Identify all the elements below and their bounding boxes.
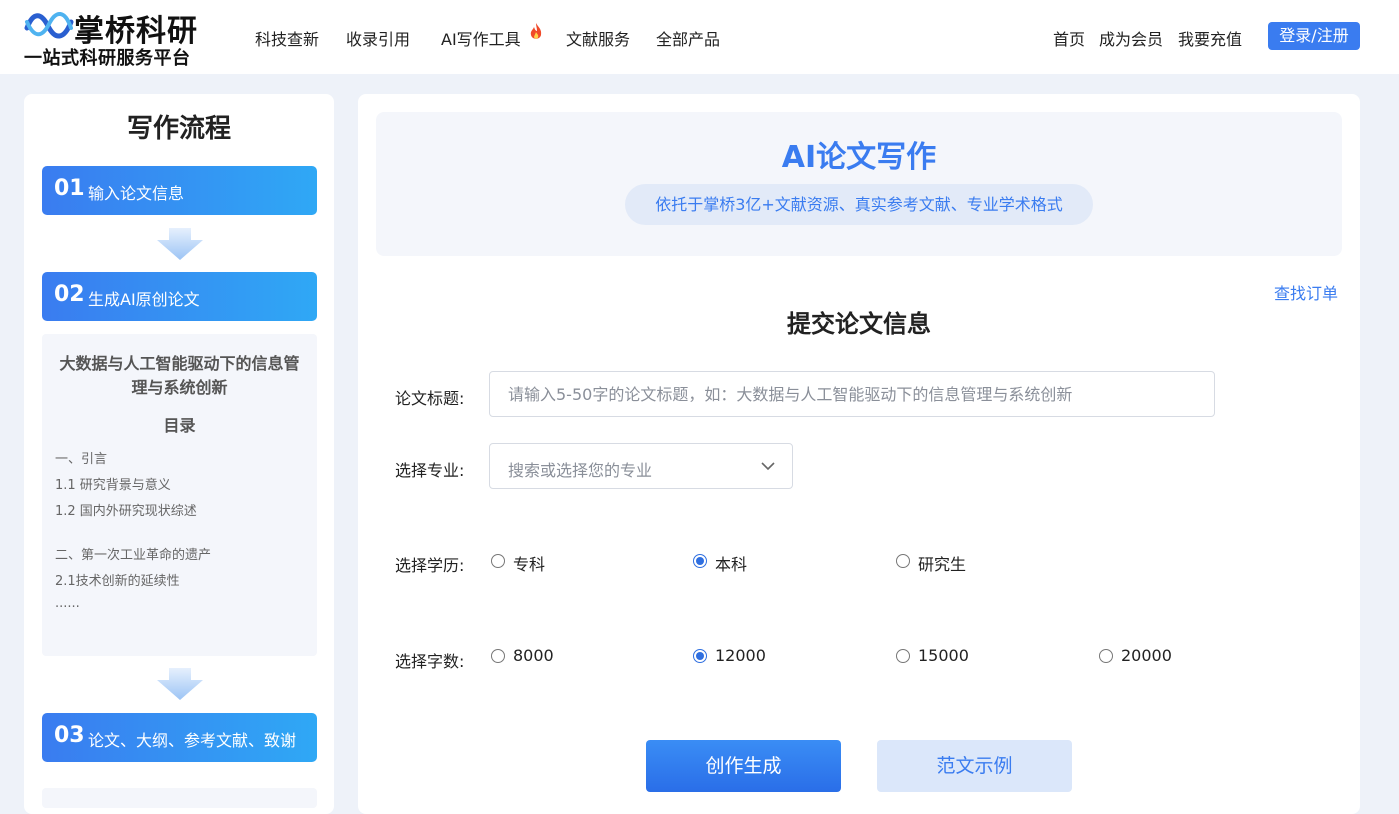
radio-unchecked-icon[interactable] <box>491 554 505 568</box>
fire-icon <box>530 23 542 39</box>
radio-checked-icon[interactable] <box>693 554 707 568</box>
ai-paper-writing-panel: AI论文写作 依托于掌桥3亿+文献资源、真实参考文献、专业学术格式 查找订单 提… <box>358 94 1360 814</box>
major-label: 选择专业: <box>395 461 465 480</box>
writing-flow-panel: 写作流程 01 输入论文信息 02 生成AI原创论文 大数据与人工智能驱动下的信… <box>24 94 334 814</box>
next-preview-box <box>42 788 317 808</box>
nav-item-literature[interactable]: 文献服务 <box>566 26 630 50</box>
brand-logo[interactable]: 掌桥科研 一站式科研服务平台 <box>24 6 214 69</box>
flow-title: 写作流程 <box>126 114 231 144</box>
arrow-down-icon <box>157 228 203 260</box>
radio-label: 8000 <box>513 646 554 665</box>
word-count-label: 选择字数: <box>395 652 465 671</box>
radio-unchecked-icon[interactable] <box>491 649 505 663</box>
top-navbar: 掌桥科研 一站式科研服务平台 科技查新 收录引用 AI写作工具 文献服务 全部产… <box>0 0 1399 74</box>
flow-step-2: 02 生成AI原创论文 <box>42 272 317 321</box>
chevron-down-icon <box>761 462 775 471</box>
toc-line: 2.1技术创新的延续性 <box>55 574 180 589</box>
step-number: 02 <box>54 282 85 307</box>
find-order-link[interactable]: 查找订单 <box>1274 280 1338 304</box>
radio-unchecked-icon[interactable] <box>896 554 910 568</box>
degree-label: 选择学历: <box>395 556 465 575</box>
radio-checked-icon[interactable] <box>693 649 707 663</box>
create-generate-button[interactable]: 创作生成 <box>646 740 841 792</box>
radio-unchecked-icon[interactable] <box>1099 649 1113 663</box>
step-number: 01 <box>54 176 85 201</box>
radio-label: 专科 <box>513 555 546 574</box>
toc-line: 1.2 国内外研究现状综述 <box>55 504 197 519</box>
radio-label: 12000 <box>715 646 766 665</box>
radio-label: 20000 <box>1121 646 1172 665</box>
nav-item-citation[interactable]: 收录引用 <box>346 26 410 50</box>
wave-logo-icon <box>24 12 74 39</box>
flow-step-1: 01 输入论文信息 <box>42 166 317 215</box>
toc-line: 一、引言 <box>55 452 108 467</box>
flow-step-3: 03 论文、大纲、参考文献、致谢 <box>42 713 317 762</box>
toc-line: 二、第一次工业革命的遗产 <box>55 548 212 563</box>
outline-title: 大数据与人工智能驱动下的信息管理与系统创新 <box>59 354 300 397</box>
title-label: 论文标题: <box>395 389 465 408</box>
brand-slogan: 一站式科研服务平台 <box>24 48 191 69</box>
step-label: 论文、大纲、参考文献、致谢 <box>88 731 297 750</box>
toc-heading: 目录 <box>163 416 196 435</box>
major-placeholder: 搜索或选择您的专业 <box>508 461 653 480</box>
outline-preview: 大数据与人工智能驱动下的信息管理与系统创新 目录 一、引言 1.1 研究背景与意… <box>42 334 317 656</box>
toc-line: 1.1 研究背景与意义 <box>55 478 171 493</box>
hero-subtitle: 依托于掌桥3亿+文献资源、真实参考文献、专业学术格式 <box>625 184 1093 225</box>
toc-line: ...... <box>55 596 80 611</box>
nav-item-recharge[interactable]: 我要充值 <box>1178 26 1242 50</box>
hero-title: AI论文写作 <box>781 140 937 175</box>
radio-unchecked-icon[interactable] <box>896 649 910 663</box>
paper-title-input[interactable] <box>489 371 1215 417</box>
nav-item-membership[interactable]: 成为会员 <box>1099 26 1163 50</box>
hero-banner: AI论文写作 依托于掌桥3亿+文献资源、真实参考文献、专业学术格式 <box>376 112 1342 256</box>
form-title: 提交论文信息 <box>787 310 931 338</box>
nav-item-all-products[interactable]: 全部产品 <box>656 26 720 50</box>
radio-label: 研究生 <box>918 555 967 574</box>
step-label: 输入论文信息 <box>88 184 185 203</box>
nav-item-home[interactable]: 首页 <box>1053 26 1085 50</box>
radio-label: 15000 <box>918 646 969 665</box>
major-select[interactable]: 搜索或选择您的专业 <box>489 443 793 489</box>
nav-item-ai-writing[interactable]: AI写作工具 <box>441 26 521 50</box>
nav-item-tech-novelty[interactable]: 科技查新 <box>255 26 319 50</box>
login-button[interactable]: 登录/注册 <box>1268 22 1360 50</box>
radio-label: 本科 <box>715 555 748 574</box>
step-label: 生成AI原创论文 <box>88 290 200 309</box>
arrow-down-icon <box>157 668 203 700</box>
step-number: 03 <box>54 723 85 748</box>
sample-paper-button[interactable]: 范文示例 <box>877 740 1072 792</box>
